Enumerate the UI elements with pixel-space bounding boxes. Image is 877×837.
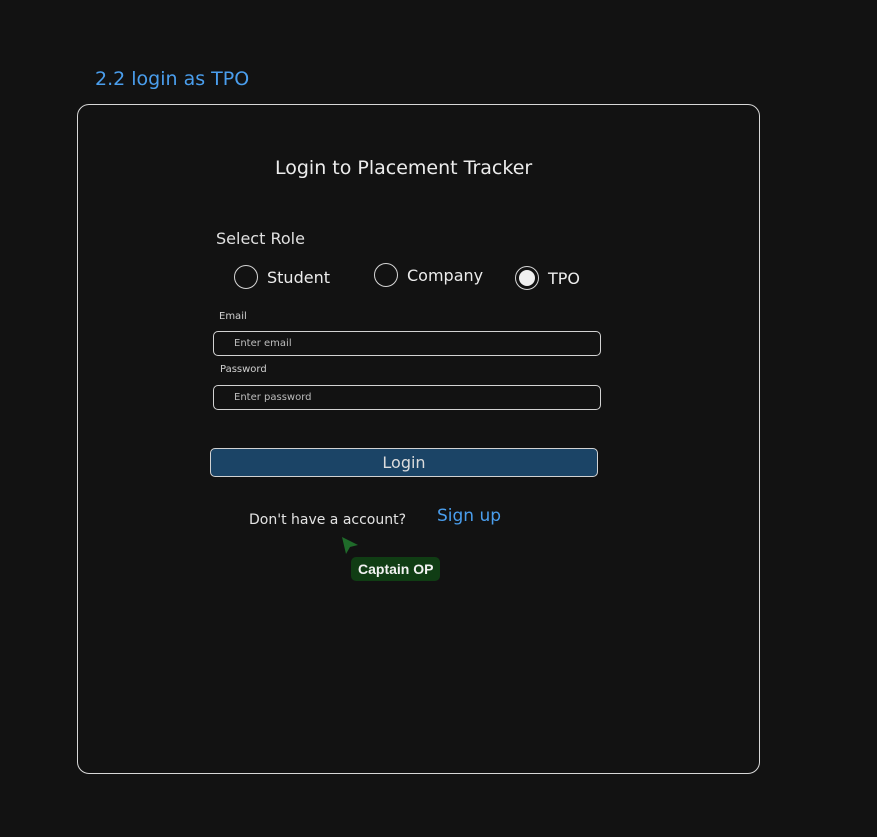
radio-checked-icon[interactable] <box>515 266 539 290</box>
password-label: Password <box>220 364 267 375</box>
signup-link[interactable]: Sign up <box>437 506 501 526</box>
no-account-text: Don't have a account? <box>249 512 407 528</box>
role-label: Select Role <box>216 229 305 248</box>
page-title: Login to Placement Tracker <box>275 157 533 179</box>
radio-unchecked-icon[interactable] <box>374 263 398 287</box>
role-label-tpo: TPO <box>548 268 581 288</box>
role-label-student: Student <box>267 267 330 287</box>
login-button[interactable]: Login <box>210 448 598 477</box>
role-option-student[interactable]: Student <box>234 265 330 289</box>
radio-dot-icon <box>519 270 535 286</box>
role-option-tpo[interactable]: TPO <box>515 266 580 290</box>
radio-unchecked-icon[interactable] <box>234 265 258 289</box>
password-field[interactable]: Enter password <box>213 385 601 410</box>
collaborator-cursor-icon <box>342 537 358 554</box>
email-label: Email <box>219 311 247 322</box>
collaborator-badge: Captain OP <box>351 557 441 581</box>
role-label-company: Company <box>407 265 484 285</box>
login-frame <box>77 104 760 774</box>
frame-label: 2.2 login as TPO <box>95 68 250 90</box>
email-field[interactable]: Enter email <box>213 331 601 356</box>
role-option-company[interactable]: Company <box>374 263 483 287</box>
